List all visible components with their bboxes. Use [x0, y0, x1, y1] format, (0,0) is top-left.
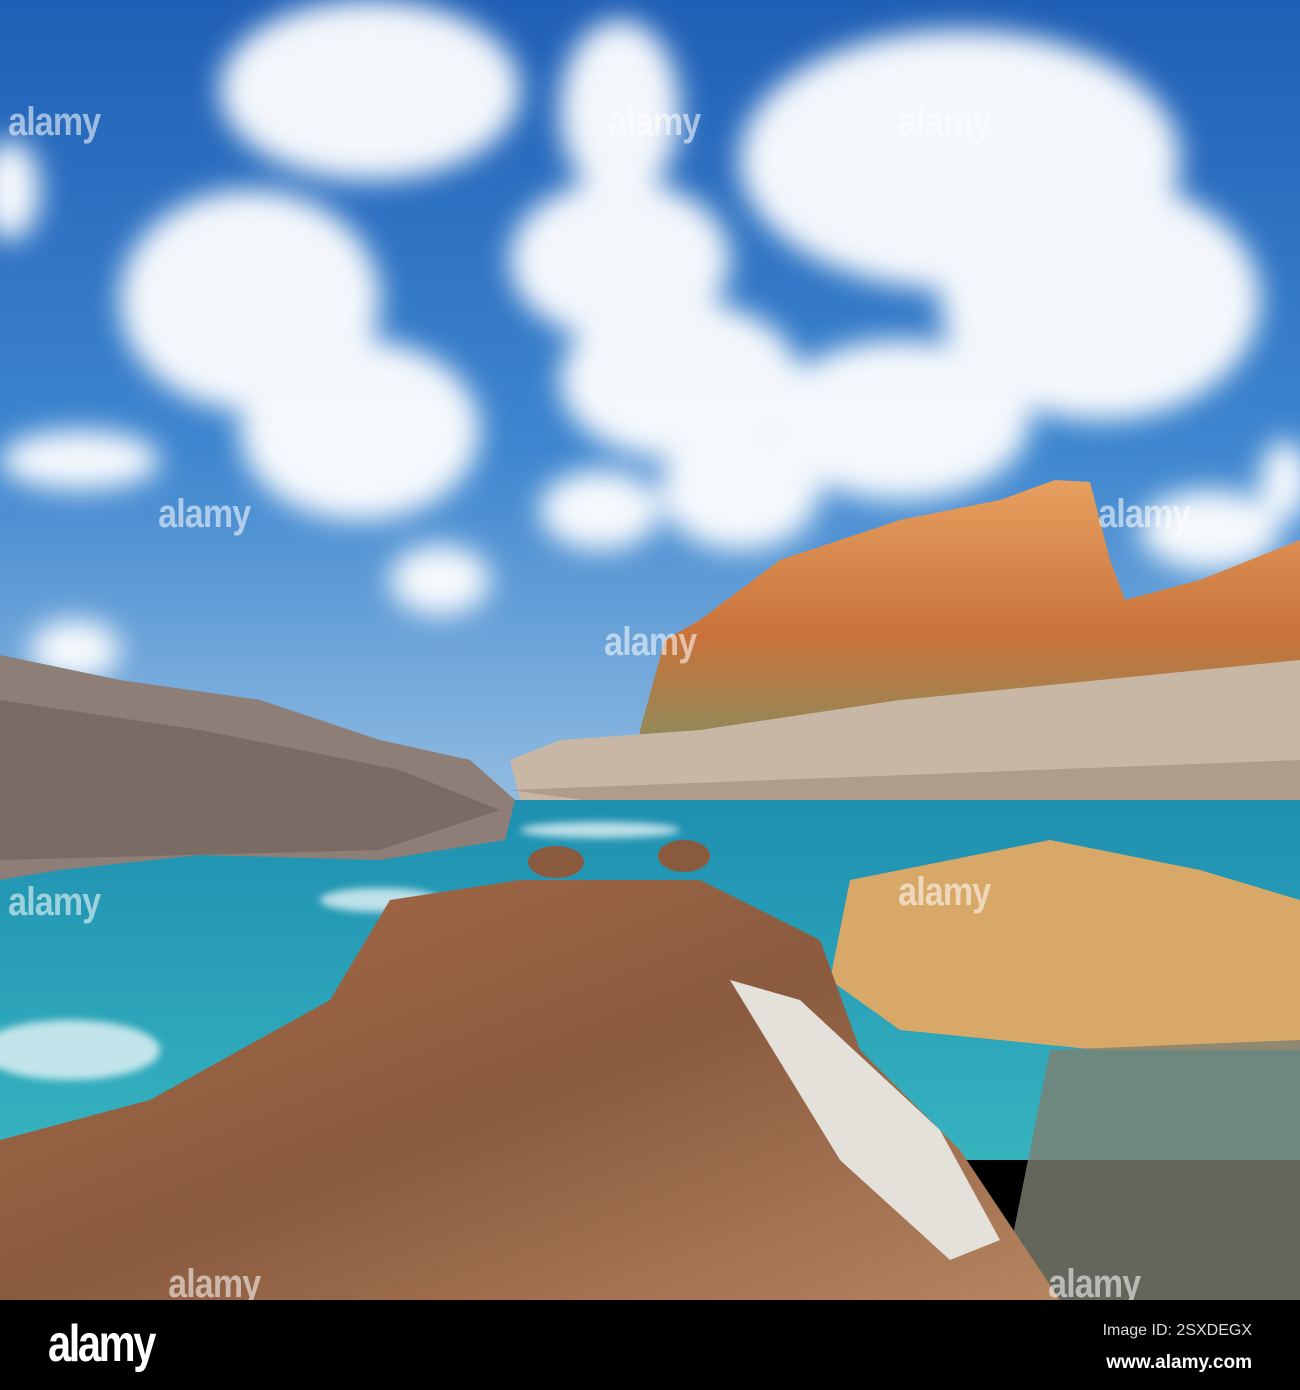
watermark: alamy [898, 100, 991, 144]
watermark: alamy [8, 880, 101, 924]
watermark: alamy [608, 100, 701, 144]
stock-photo: alamy alamy alamy alamy alamy alamy alam… [0, 0, 1300, 1390]
watermark: alamy [1098, 492, 1191, 536]
alamy-logo: alamy [48, 1315, 156, 1373]
website-link[interactable]: www.alamy.com [1106, 1352, 1252, 1374]
watermark: alamy [158, 492, 251, 536]
watermark: alamy [8, 100, 101, 144]
watermark: alamy [898, 870, 991, 914]
footer-bar: alamy Image ID: 2SXDEGX www.alamy.com [0, 1300, 1300, 1390]
image-id: Image ID: 2SXDEGX [1102, 1322, 1252, 1339]
watermark: alamy [604, 620, 697, 664]
